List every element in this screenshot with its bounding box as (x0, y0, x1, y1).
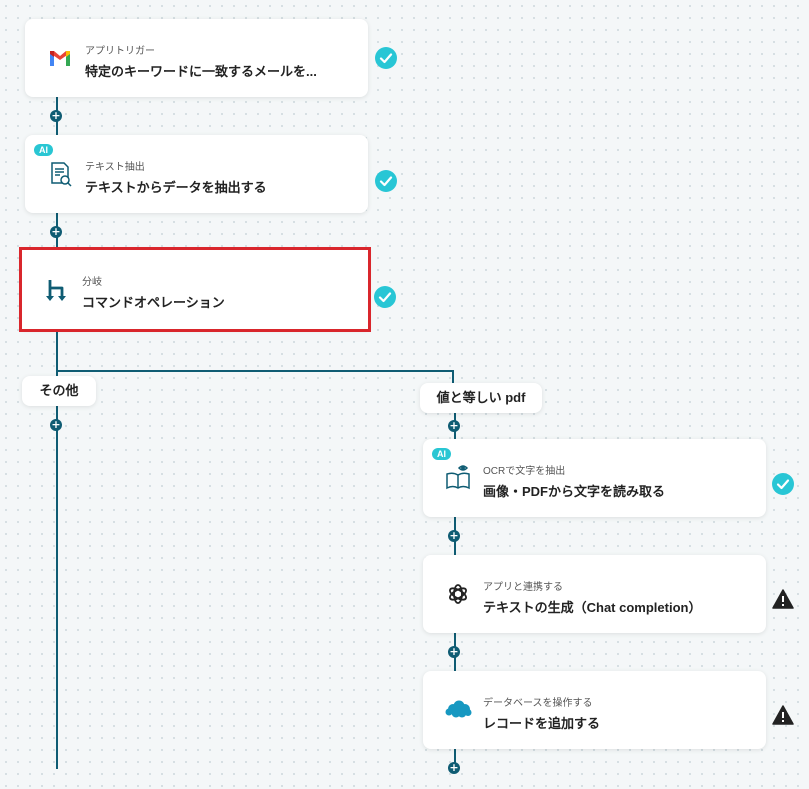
branch-connector-horizontal (56, 370, 454, 372)
step-card-ocr[interactable]: AI OCRで文字を抽出 画像・PDFから文字を読み取る (423, 439, 766, 517)
add-step-button[interactable]: + (448, 646, 460, 658)
step-card-text-extract[interactable]: AI テキスト抽出 テキストからデータを抽出する (25, 135, 368, 213)
add-step-button[interactable]: + (50, 226, 62, 238)
step-subtitle: OCRで文字を抽出 (483, 466, 566, 477)
document-search-icon (45, 159, 75, 189)
step-subtitle: アプリトリガー (85, 46, 155, 57)
add-step-button[interactable]: + (50, 110, 62, 122)
step-title: テキストからデータを抽出する (85, 180, 267, 195)
branch-icon (42, 275, 72, 305)
step-subtitle: アプリと連携する (483, 582, 563, 593)
ai-badge: AI (432, 448, 451, 460)
step-title: レコードを追加する (483, 716, 601, 731)
step-card-branch[interactable]: 分岐 コマンドオペレーション (19, 247, 371, 332)
check-icon (375, 47, 397, 69)
openai-icon (443, 579, 473, 609)
warning-icon (772, 705, 794, 725)
warning-icon (772, 589, 794, 609)
step-title: 画像・PDFから文字を読み取る (483, 484, 666, 499)
step-subtitle: テキスト抽出 (85, 162, 145, 173)
step-title: 特定のキーワードに一致するメールを... (85, 64, 317, 79)
check-icon (374, 286, 396, 308)
step-subtitle: データベースを操作する (483, 698, 593, 709)
check-icon (772, 473, 794, 495)
add-step-button[interactable]: + (448, 420, 460, 432)
branch-label-other[interactable]: その他 (22, 376, 96, 406)
add-step-button[interactable]: + (448, 762, 460, 774)
branch-label-equals-pdf[interactable]: 値と等しい pdf (420, 383, 542, 413)
step-subtitle: 分岐 (82, 277, 102, 288)
step-card-trigger[interactable]: アプリトリガー 特定のキーワードに一致するメールを... (25, 19, 368, 97)
step-card-chat-completion[interactable]: アプリと連携する テキストの生成（Chat completion） (423, 555, 766, 633)
book-eye-icon (443, 463, 473, 493)
add-step-button[interactable]: + (50, 419, 62, 431)
ai-badge: AI (34, 144, 53, 156)
add-step-button[interactable]: + (448, 530, 460, 542)
salesforce-cloud-icon (443, 695, 473, 725)
check-icon (375, 170, 397, 192)
step-title: テキストの生成（Chat completion） (483, 600, 702, 615)
step-title: コマンドオペレーション (82, 295, 225, 310)
gmail-icon (45, 43, 75, 73)
step-card-add-record[interactable]: データベースを操作する レコードを追加する (423, 671, 766, 749)
